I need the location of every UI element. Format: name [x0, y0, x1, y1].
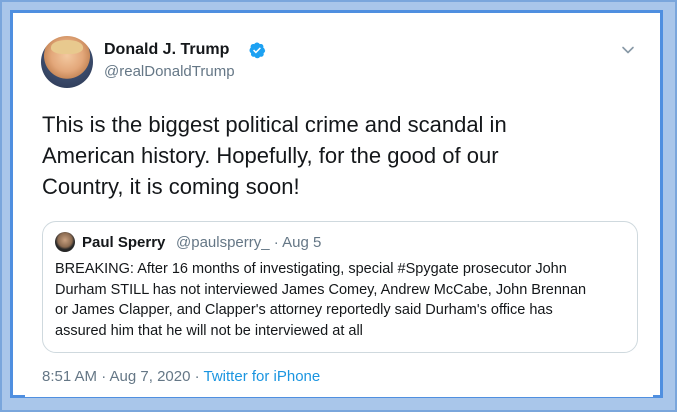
author-name[interactable]: Donald J. Trump: [104, 41, 229, 59]
quoted-tweet-text: BREAKING: After 16 months of investigati…: [55, 261, 587, 339]
quoted-author-handle[interactable]: @paulsperry_: [176, 234, 270, 251]
avatar-hair: [51, 40, 83, 54]
quoted-tweet-date: · Aug 5: [273, 234, 322, 251]
footer-separator: ·: [190, 368, 204, 385]
quoted-author-name[interactable]: Paul Sperry: [82, 234, 165, 251]
quoted-author-meta: @paulsperry_ · Aug 5: [176, 234, 321, 251]
author-handle[interactable]: @realDonaldTrump: [104, 63, 235, 80]
tweet-timestamp[interactable]: 8:51 AM · Aug 7, 2020: [42, 368, 190, 385]
author-avatar[interactable]: [41, 36, 93, 88]
chevron-down-icon[interactable]: [621, 43, 635, 57]
tweet-frame: Donald J. Trump @realDonaldTrump This is…: [10, 10, 663, 398]
tweet-card: Donald J. Trump @realDonaldTrump This is…: [25, 25, 653, 397]
quoted-tweet[interactable]: Paul Sperry @paulsperry_ · Aug 5 BREAKIN…: [42, 221, 638, 353]
tweet-text: This is the biggest political crime and …: [42, 112, 507, 199]
tweet-footer: 8:51 AM · Aug 7, 2020 · Twitter for iPho…: [42, 368, 320, 385]
verified-badge-icon: [249, 42, 266, 59]
quoted-author-avatar[interactable]: [55, 232, 75, 252]
tweet-source[interactable]: Twitter for iPhone: [204, 368, 321, 385]
